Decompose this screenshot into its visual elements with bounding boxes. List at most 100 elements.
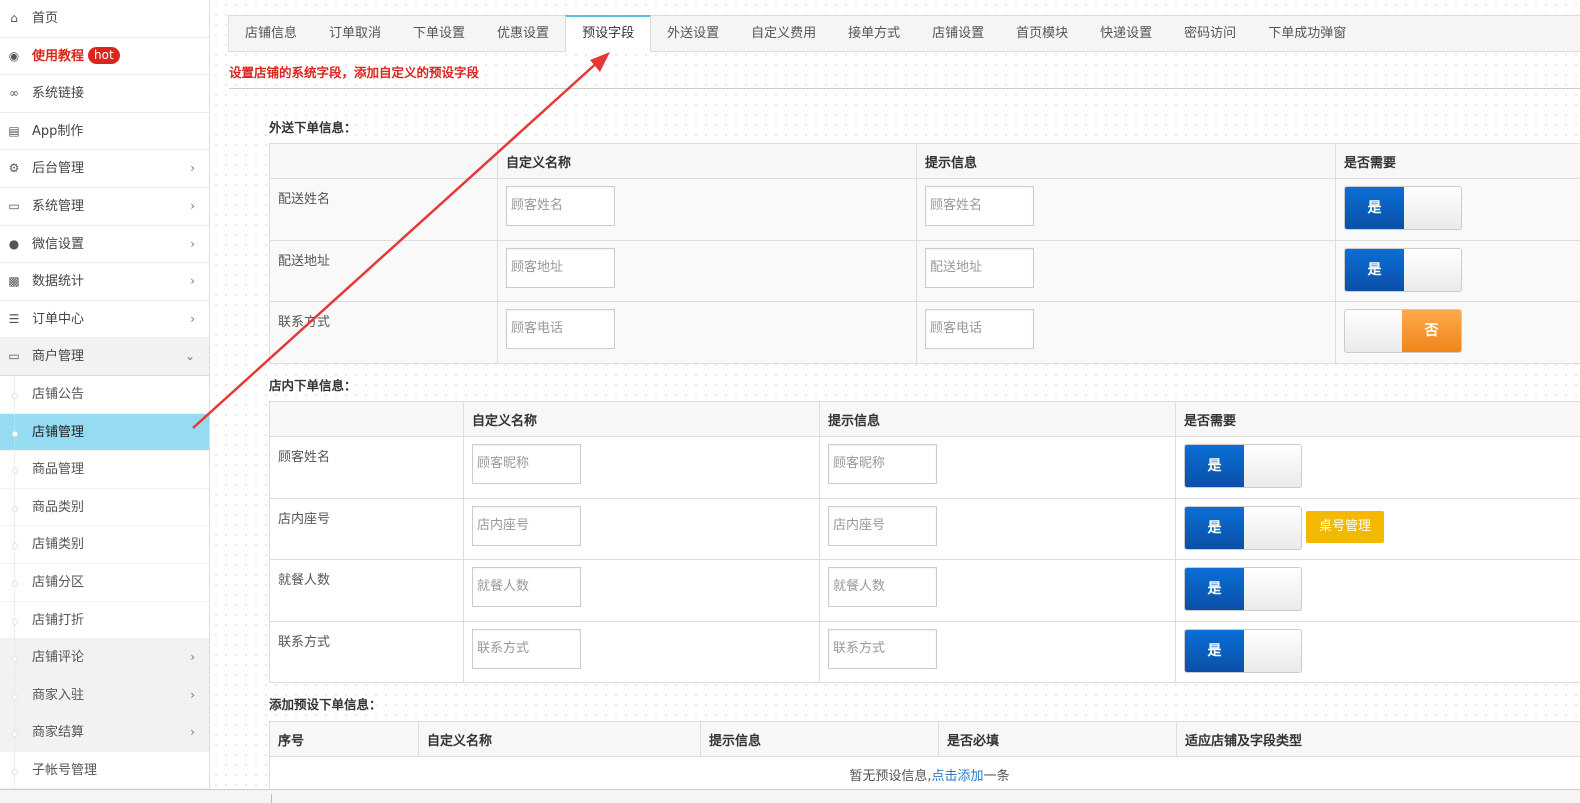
- sub-item-notice[interactable]: 店铺公告: [0, 375, 209, 414]
- sub-item-store-manage[interactable]: 店铺管理: [0, 413, 209, 452]
- required-toggle[interactable]: 是: [1344, 186, 1462, 230]
- sub-item-store-category[interactable]: 店铺类别: [0, 526, 209, 564]
- tab-custom-fees[interactable]: 自定义费用: [735, 16, 832, 52]
- nav-wechat[interactable]: ● 微信设置 ›: [0, 226, 209, 264]
- required-toggle[interactable]: 是: [1344, 247, 1462, 292]
- tip-cell: 顾客姓名: [916, 178, 1336, 241]
- instore-section-title: 店内下单信息：: [269, 378, 357, 393]
- row-label: 联系方式: [269, 301, 498, 364]
- sub-item-goods[interactable]: 商品管理: [0, 451, 209, 489]
- required-toggle[interactable]: 是: [1184, 444, 1302, 488]
- header-cell-blank: [269, 143, 498, 179]
- sub-item-merchant-settle[interactable]: 商家结算 ›: [0, 714, 209, 752]
- empty-message: 暂无预设信息,点击添加一条: [269, 756, 1580, 793]
- file-icon: ▤: [8, 123, 20, 138]
- required-cell: 否: [1335, 301, 1580, 364]
- delivery-section-title: 外送下单信息：: [269, 120, 357, 135]
- required-toggle[interactable]: 是: [1184, 628, 1302, 673]
- add-preset-link[interactable]: 点击添加: [932, 769, 984, 784]
- table-row: 顾客姓名 顾客昵称 顾客昵称 是: [269, 436, 1580, 499]
- bar-chart-icon: ▩: [8, 274, 20, 289]
- divider: [229, 88, 1580, 89]
- sub-item-goods-category[interactable]: 商品类别: [0, 488, 209, 527]
- custom-name-input[interactable]: 顾客姓名: [506, 186, 615, 226]
- chevron-right-icon: ›: [190, 236, 195, 251]
- tab-home-modules[interactable]: 首页模块: [1000, 16, 1084, 52]
- tip-input[interactable]: 顾客昵称: [828, 444, 937, 484]
- chevron-right-icon: ›: [190, 161, 195, 176]
- sub-label: 店铺评论: [32, 650, 85, 666]
- name-cell: 顾客姓名: [497, 178, 917, 241]
- toggle-on-label: 是: [1185, 445, 1244, 487]
- sub-label: 商家入驻: [32, 687, 85, 703]
- sub-label: 店铺分区: [32, 574, 85, 590]
- nav-home[interactable]: ⌂ 首页: [0, 0, 209, 38]
- sub-label: 子帐号管理: [32, 762, 98, 778]
- instore-table: 自定义名称 提示信息 是否需要 顾客姓名 顾客昵称 顾客昵称 是 店内座号 店内…: [269, 401, 1580, 683]
- tip-input[interactable]: 顾客电话: [925, 309, 1034, 349]
- tab-express-settings[interactable]: 快递设置: [1084, 16, 1168, 52]
- chevron-right-icon: ›: [190, 725, 195, 740]
- sidebar: ⌂ 首页 ◉ 使用教程 hot ∞ 系统链接 ▤ App制作 ⚙ 后台管理 › ▭…: [0, 0, 210, 803]
- tab-preset-fields[interactable]: 预设字段: [565, 15, 652, 52]
- main-content: 店铺信息 订单取消 下单设置 优惠设置 预设字段 外送设置 自定义费用 接单方式…: [211, 0, 1580, 803]
- tab-delivery-settings[interactable]: 外送设置: [651, 16, 735, 52]
- tab-store-settings[interactable]: 店铺设置: [916, 16, 1000, 52]
- empty-row: 暂无预设信息,点击添加一条: [269, 756, 1580, 793]
- required-toggle[interactable]: 是: [1184, 567, 1302, 611]
- custom-name-input[interactable]: 就餐人数: [472, 567, 581, 607]
- header-custom-name: 自定义名称: [418, 721, 701, 757]
- tip-input[interactable]: 就餐人数: [828, 567, 937, 607]
- nav-label: 微信设置: [32, 236, 85, 252]
- sub-item-store-discount[interactable]: 店铺打折: [0, 601, 209, 640]
- row-label: 店内座号: [269, 497, 464, 560]
- required-toggle[interactable]: 是: [1184, 505, 1302, 550]
- nav-merchant[interactable]: ▭ 商户管理 ⌄: [0, 338, 209, 376]
- table-row: 联系方式 联系方式 联系方式 是: [269, 620, 1580, 683]
- nav-stats[interactable]: ▩ 数据统计 ›: [0, 263, 209, 301]
- sub-label: 店铺公告: [32, 386, 85, 402]
- tip-input[interactable]: 店内座号: [828, 505, 937, 546]
- nav-app[interactable]: ▤ App制作: [0, 113, 209, 151]
- play-icon: ◉: [8, 48, 20, 63]
- tab-order-success-popup[interactable]: 下单成功弹窗: [1252, 16, 1362, 52]
- nav-system-link[interactable]: ∞ 系统链接: [0, 75, 209, 113]
- nav-label: 使用教程: [32, 48, 85, 64]
- custom-name-input[interactable]: 店内座号: [472, 505, 581, 546]
- nav-label: 后台管理: [32, 161, 85, 177]
- custom-name-input[interactable]: 顾客电话: [506, 309, 615, 349]
- chevron-right-icon: ›: [190, 274, 195, 289]
- chevron-down-icon: ⌄: [184, 349, 195, 364]
- sub-item-merchant-join[interactable]: 商家入驻 ›: [0, 676, 209, 715]
- sub-item-store-zone[interactable]: 店铺分区: [0, 563, 209, 602]
- table-row: 就餐人数 就餐人数 就餐人数 是: [269, 559, 1580, 622]
- tab-order-cancel[interactable]: 订单取消: [313, 16, 397, 52]
- tab-discount-settings[interactable]: 优惠设置: [481, 16, 565, 52]
- custom-name-input[interactable]: 联系方式: [472, 628, 581, 669]
- cogs-icon: ⚙: [8, 161, 20, 176]
- tip-input[interactable]: 联系方式: [828, 628, 937, 669]
- custom-name-input[interactable]: 顾客昵称: [472, 444, 581, 484]
- nav-system[interactable]: ▭ 系统管理 ›: [0, 188, 209, 226]
- sub-item-subaccount[interactable]: 子帐号管理: [0, 751, 209, 790]
- sub-item-store-review[interactable]: 店铺评论 ›: [0, 639, 209, 677]
- page-hint: 设置店铺的系统字段，添加自定义的预设字段: [229, 65, 480, 80]
- custom-name-input[interactable]: 顾客地址: [506, 247, 615, 288]
- tab-order-settings[interactable]: 下单设置: [397, 16, 481, 52]
- header-required: 是否必填: [938, 721, 1177, 757]
- tab-accept-mode[interactable]: 接单方式: [832, 16, 916, 52]
- chevron-right-icon: ›: [190, 687, 195, 702]
- toggle-on-label: 是: [1345, 187, 1404, 229]
- tip-input[interactable]: 配送地址: [925, 247, 1034, 288]
- nav-orders[interactable]: ☰ 订单中心 ›: [0, 301, 209, 339]
- bottom-scrollbar[interactable]: [0, 789, 1580, 803]
- nav-tutorial[interactable]: ◉ 使用教程 hot: [0, 38, 209, 76]
- tab-password-access[interactable]: 密码访问: [1168, 16, 1252, 52]
- row-label: 配送姓名: [269, 178, 498, 241]
- required-toggle[interactable]: 否: [1344, 309, 1462, 353]
- table-row: 店内座号 店内座号 店内座号 是 桌号管理: [269, 497, 1580, 560]
- desk-manage-button[interactable]: 桌号管理: [1306, 510, 1385, 543]
- nav-backend[interactable]: ⚙ 后台管理 ›: [0, 150, 209, 188]
- tab-store-info[interactable]: 店铺信息: [229, 16, 313, 52]
- tip-input[interactable]: 顾客姓名: [925, 186, 1034, 226]
